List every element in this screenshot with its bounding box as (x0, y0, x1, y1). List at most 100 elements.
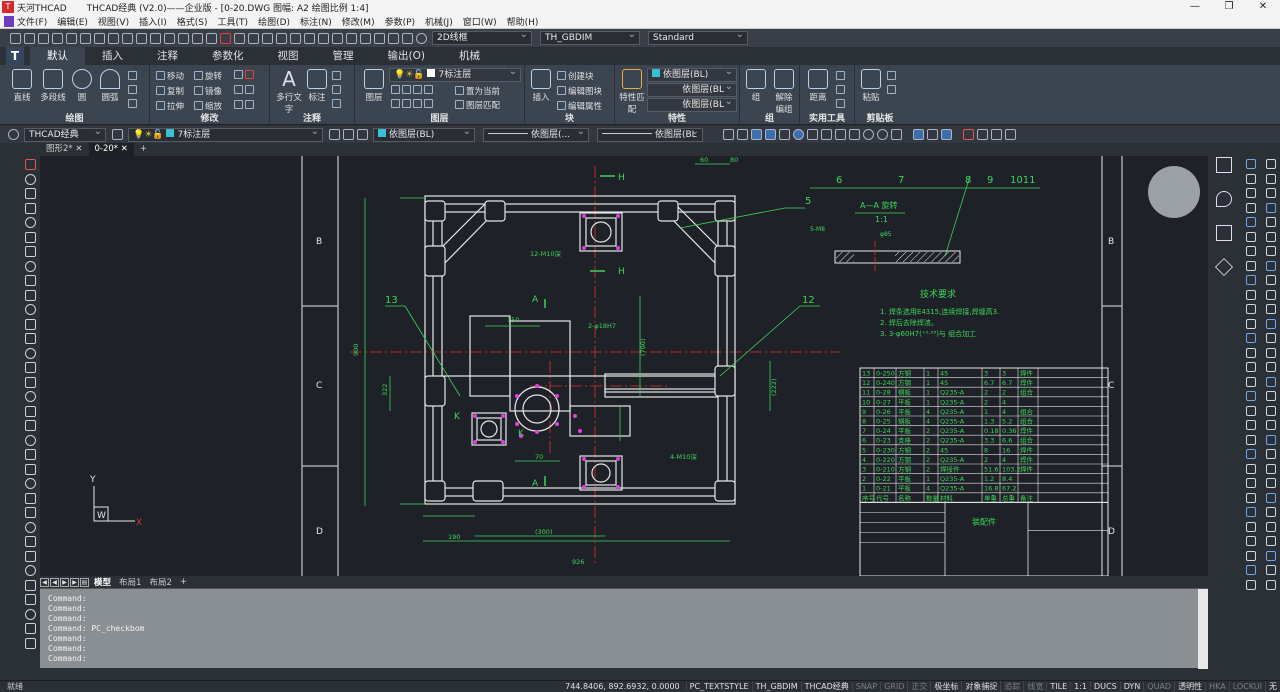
util-extra-1[interactable] (836, 71, 847, 82)
right-tool-0-3-icon[interactable] (1246, 202, 1256, 213)
app-menu-icon[interactable]: T (6, 47, 24, 65)
zoom-previous-icon[interactable] (303, 32, 315, 44)
brush-icon[interactable] (191, 32, 203, 44)
propbar-linetype-combo[interactable]: 依图层(... (483, 126, 589, 142)
propbar-lineweight-combo[interactable]: 依图层(BL (597, 126, 703, 142)
tab-view[interactable]: 视图 (261, 47, 316, 65)
right-tool-0-14-icon[interactable] (1246, 362, 1256, 372)
right-tool-0-25-icon[interactable] (1246, 521, 1256, 532)
erase-icon[interactable] (219, 32, 231, 44)
print-icon[interactable] (51, 32, 63, 44)
left-tool-33-icon[interactable] (25, 637, 36, 649)
status-toggle-11[interactable]: 1:1 (1070, 682, 1090, 691)
clip-extra-2[interactable] (887, 85, 898, 96)
right-tool-1-0-icon[interactable] (1266, 159, 1276, 169)
drawing-canvas[interactable]: B C D B C D H H A A K K 12-M10深 2-φ18H7 … (40, 156, 1208, 576)
osnap-par-icon[interactable] (940, 129, 952, 140)
prev-layout-icon[interactable]: ◀ (50, 577, 59, 587)
status-toggle-13[interactable]: DYN (1119, 682, 1144, 691)
right-tool-0-24-icon[interactable] (1246, 507, 1256, 517)
visual-style-combo[interactable]: 2D线框 (432, 29, 532, 45)
menu-view[interactable]: 视图(V) (98, 15, 129, 28)
menu-mechanical[interactable]: 机械(J) (425, 15, 453, 28)
make-current-button[interactable]: 置为当前 (455, 85, 500, 97)
right-tool-0-10-icon[interactable] (1246, 304, 1256, 314)
right-tool-1-28-icon[interactable] (1266, 565, 1276, 575)
menu-parameter[interactable]: 参数(P) (385, 15, 415, 28)
osnap-perp-icon[interactable] (820, 129, 832, 140)
status-toggle-12[interactable]: DUCS (1090, 682, 1120, 691)
propbar-color-combo[interactable]: 依图层(BL) (373, 126, 475, 142)
left-tool-6-icon[interactable] (25, 246, 36, 257)
create-block-button[interactable]: 创建块 (557, 70, 594, 82)
left-tool-11-icon[interactable] (25, 318, 36, 330)
new-icon[interactable] (9, 32, 21, 44)
layer-prev-icon[interactable] (328, 129, 340, 140)
fillet-button[interactable] (234, 85, 256, 96)
left-tool-16-icon[interactable] (25, 391, 36, 402)
menu-format[interactable]: 格式(S) (177, 15, 208, 28)
right-tool-0-13-icon[interactable] (1246, 347, 1256, 358)
osnap-quad-icon[interactable] (806, 129, 818, 140)
lineweight-combo[interactable]: 依图层(BL (647, 96, 737, 112)
text-style-combo[interactable]: Standard (648, 29, 748, 45)
right-tool-1-7-icon[interactable] (1266, 260, 1276, 271)
left-tool-32-icon[interactable] (25, 623, 36, 634)
color-combo[interactable]: 依图层(BL) (647, 66, 737, 82)
mtext-button[interactable]: A 多行文字 (274, 69, 304, 115)
right-tool-0-1-icon[interactable] (1246, 173, 1256, 184)
plot-icon[interactable] (93, 32, 105, 44)
last-layout-icon[interactable]: ▶ (70, 577, 79, 587)
right-tool-0-21-icon[interactable] (1246, 463, 1256, 474)
bring-front-icon[interactable] (976, 129, 988, 140)
view-compass[interactable] (1148, 166, 1200, 218)
right-tool-1-9-icon[interactable] (1266, 289, 1276, 300)
left-tool-5-icon[interactable] (25, 231, 36, 243)
util-extra-2[interactable] (836, 85, 847, 96)
array-button[interactable] (234, 100, 256, 111)
bracket-icon[interactable] (1004, 129, 1016, 140)
annot-extra-2[interactable] (332, 85, 343, 96)
right-tool-1-25-icon[interactable] (1266, 521, 1276, 532)
tab-annotate[interactable]: 注释 (140, 47, 195, 65)
right-tool-1-27-icon[interactable] (1266, 550, 1276, 561)
workspace-gear-icon[interactable] (7, 129, 19, 140)
left-tool-17-icon[interactable] (25, 405, 36, 417)
right-tool-1-1-icon[interactable] (1266, 173, 1276, 184)
right-tool-0-22-icon[interactable] (1246, 478, 1256, 488)
right-tool-0-11-icon[interactable] (1246, 318, 1256, 329)
right-tool-1-4-icon[interactable] (1266, 217, 1276, 227)
draw-extra-3[interactable] (128, 99, 139, 110)
block-icon[interactable] (205, 32, 217, 44)
menu-tools[interactable]: 工具(T) (218, 15, 249, 28)
first-layout-icon[interactable]: ◀ (40, 577, 49, 587)
left-tool-10-icon[interactable] (25, 304, 36, 315)
publish-icon[interactable] (79, 32, 91, 44)
preview-icon[interactable] (65, 32, 77, 44)
left-tool-30-icon[interactable] (25, 594, 36, 605)
left-tool-22-icon[interactable] (25, 478, 36, 489)
paste-button[interactable]: 粘贴 (859, 69, 883, 103)
tab-manage[interactable]: 管理 (316, 47, 371, 65)
minimize-button[interactable]: — (1178, 0, 1212, 14)
layer-state-icon[interactable] (111, 129, 123, 140)
new-tab-button[interactable]: + (134, 143, 153, 156)
tool-palette-icon[interactable] (359, 32, 371, 44)
left-tool-27-icon[interactable] (25, 550, 36, 562)
right-tool-1-5-icon[interactable] (1266, 231, 1276, 242)
design-center-icon[interactable] (345, 32, 357, 44)
left-tool-2-icon[interactable] (25, 188, 36, 199)
menu-file[interactable]: 文件(F) (17, 15, 47, 28)
osnap-tangent-icon[interactable] (834, 129, 846, 140)
right-tool-0-8-icon[interactable] (1246, 275, 1256, 285)
layers-stack-icon[interactable] (1214, 257, 1234, 277)
move-button[interactable]: 移动 (156, 70, 184, 82)
osnap-2-icon[interactable] (764, 129, 776, 140)
polyline-button[interactable]: 多段线 (38, 69, 68, 103)
tab-default[interactable]: 默认 (30, 47, 85, 65)
arc-button[interactable]: 圆弧 (98, 69, 122, 103)
left-tool-0-icon[interactable] (25, 159, 36, 170)
osnap-circle-icon[interactable] (862, 129, 874, 140)
left-tool-29-icon[interactable] (25, 579, 36, 591)
right-tool-1-10-icon[interactable] (1266, 304, 1276, 314)
